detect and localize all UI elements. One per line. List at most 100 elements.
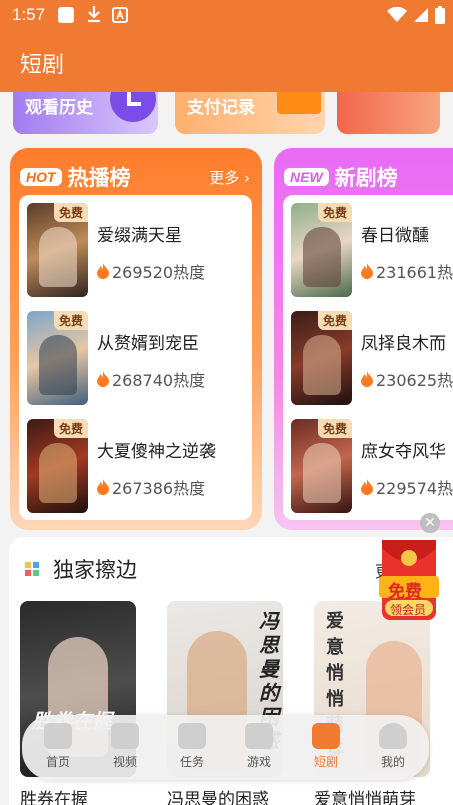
- wifi-icon: [387, 6, 407, 27]
- new-rank-item[interactable]: 免费 庶女夺风华 229574热: [291, 419, 453, 514]
- poster-figure: [303, 227, 341, 287]
- poster-figure: [39, 227, 77, 287]
- top-cards-row: 观看历史 支付记录: [0, 92, 453, 142]
- drama-poster: 免费: [291, 311, 352, 405]
- notification-icon: [58, 7, 74, 23]
- more-label: 更多: [209, 169, 240, 187]
- heat-value: 268740热度: [112, 371, 206, 390]
- drama-heat: 230625热: [361, 367, 453, 391]
- drama-heat: 269520热度: [97, 259, 205, 283]
- drama-title: 爱缀满天星: [97, 226, 182, 246]
- new-rank-item[interactable]: 免费 凤择良木而 230625热: [291, 311, 453, 406]
- tab-short-drama[interactable]: 短剧: [301, 723, 351, 770]
- film-icon: [312, 723, 340, 749]
- heat-value: 269520热度: [112, 263, 206, 282]
- close-icon[interactable]: ✕: [420, 513, 440, 533]
- hot-rank-more-button[interactable]: 更多 ›: [209, 167, 250, 188]
- hot-rank-title: 热播榜: [67, 166, 131, 190]
- chevron-right-icon: ›: [244, 169, 250, 187]
- drama-poster: 免费: [27, 203, 88, 297]
- gamepad-icon: [245, 723, 273, 749]
- tab-home[interactable]: 首页: [33, 723, 83, 770]
- video-title: 胜券在握: [20, 790, 88, 805]
- section-title: 独家擦边: [53, 558, 137, 582]
- tab-label: 首页: [45, 755, 70, 769]
- tab-label: 游戏: [246, 755, 271, 769]
- free-badge: 免费: [317, 203, 352, 222]
- drama-title: 春日微醺: [361, 226, 429, 246]
- tab-tasks[interactable]: 任务: [167, 723, 217, 770]
- poster-figure: [303, 443, 341, 503]
- red-packet-bottom-text: 领会员: [390, 603, 427, 617]
- drama-poster: 免费: [291, 419, 352, 513]
- drama-poster: 免费: [291, 203, 352, 297]
- fire-icon: [361, 263, 373, 279]
- tab-games[interactable]: 游戏: [234, 723, 284, 770]
- watch-history-card[interactable]: 观看历史: [13, 92, 158, 134]
- app-bar: 短剧: [0, 32, 453, 92]
- signal-icon: [413, 7, 429, 27]
- hot-rank-list: 免费 爱缀满天星 269520热度 免费 从赘婿到宠臣 268740热度 免费: [19, 195, 252, 520]
- section-grid-icon: [25, 562, 39, 576]
- download-icon: [86, 5, 102, 27]
- wallet-icon: [277, 92, 321, 114]
- tab-label: 视频: [112, 755, 137, 769]
- app-notification-icon: [112, 7, 128, 27]
- gift-icon: [178, 723, 206, 749]
- free-badge: 免费: [317, 311, 352, 330]
- third-card[interactable]: [337, 92, 440, 134]
- drama-title: 大夏傻神之逆袭: [97, 442, 216, 462]
- watch-history-label: 观看历史: [25, 98, 93, 118]
- video-title: 冯思曼的困惑: [167, 790, 269, 805]
- tab-profile[interactable]: 我的: [368, 723, 418, 770]
- video-icon: [111, 723, 139, 749]
- free-badge: 免费: [53, 203, 88, 222]
- new-tag: NEW: [284, 168, 329, 186]
- heat-value: 267386热度: [112, 479, 206, 498]
- hot-rank-item[interactable]: 免费 爱缀满天星 269520热度: [27, 203, 252, 298]
- heat-value: 230625热: [376, 371, 453, 390]
- hot-rank-item[interactable]: 免费 大夏傻神之逆袭 267386热度: [27, 419, 252, 514]
- hot-rank-item[interactable]: 免费 从赘婿到宠臣 268740热度: [27, 311, 252, 406]
- status-time: 1:57: [12, 5, 46, 24]
- fire-icon: [97, 263, 109, 279]
- drama-title: 从赘婿到宠臣: [97, 334, 199, 354]
- new-rank-list: 免费 春日微醺 231661热 免费 凤择良木而 230625热 免费 庶女夺风…: [283, 195, 453, 520]
- drama-title: 庶女夺风华: [361, 442, 446, 462]
- new-rank-panel: NEW 新剧榜 免费 春日微醺 231661热 免费 凤择良木而 230625热: [274, 148, 453, 530]
- fire-icon: [361, 371, 373, 387]
- drama-heat: 268740热度: [97, 367, 205, 391]
- free-badge: 免费: [317, 419, 352, 438]
- new-rank-item[interactable]: 免费 春日微醺 231661热: [291, 203, 453, 298]
- drama-heat: 231661热: [361, 259, 453, 283]
- status-bar: 1:57: [0, 0, 453, 32]
- drama-heat: 267386热度: [97, 475, 205, 499]
- hot-rank-panel: HOT 热播榜 更多 › 免费 爱缀满天星 269520热度 免费 从赘婿到宠臣: [10, 148, 262, 530]
- new-rank-title: 新剧榜: [334, 166, 398, 190]
- tab-video[interactable]: 视频: [100, 723, 150, 770]
- bottom-tab-bar: 首页 视频 任务 游戏 短剧 我的: [22, 715, 429, 780]
- drama-poster: 免费: [27, 419, 88, 513]
- drama-heat: 229574热: [361, 475, 453, 499]
- heat-value: 229574热: [376, 479, 453, 498]
- home-icon: [44, 723, 72, 749]
- payment-records-label: 支付记录: [187, 98, 255, 118]
- payment-records-card[interactable]: 支付记录: [175, 92, 325, 134]
- red-packet-top-text: 免费: [388, 582, 422, 602]
- tab-label: 任务: [179, 755, 204, 769]
- video-title: 爱意悄悄萌芽: [314, 790, 416, 805]
- tab-label: 我的: [380, 755, 405, 769]
- page-title: 短剧: [20, 53, 65, 78]
- free-badge: 免费: [53, 311, 88, 330]
- fire-icon: [97, 371, 109, 387]
- heat-value: 231661热: [376, 263, 453, 282]
- free-vip-red-packet[interactable]: 免费 领会员: [379, 538, 439, 623]
- battery-icon: [435, 6, 445, 28]
- tab-label: 短剧: [313, 755, 338, 769]
- poster-figure: [303, 335, 341, 395]
- free-badge: 免费: [53, 419, 88, 438]
- drama-title: 凤择良木而: [361, 334, 446, 354]
- fire-icon: [361, 479, 373, 495]
- user-icon: [379, 723, 407, 749]
- fire-icon: [97, 479, 109, 495]
